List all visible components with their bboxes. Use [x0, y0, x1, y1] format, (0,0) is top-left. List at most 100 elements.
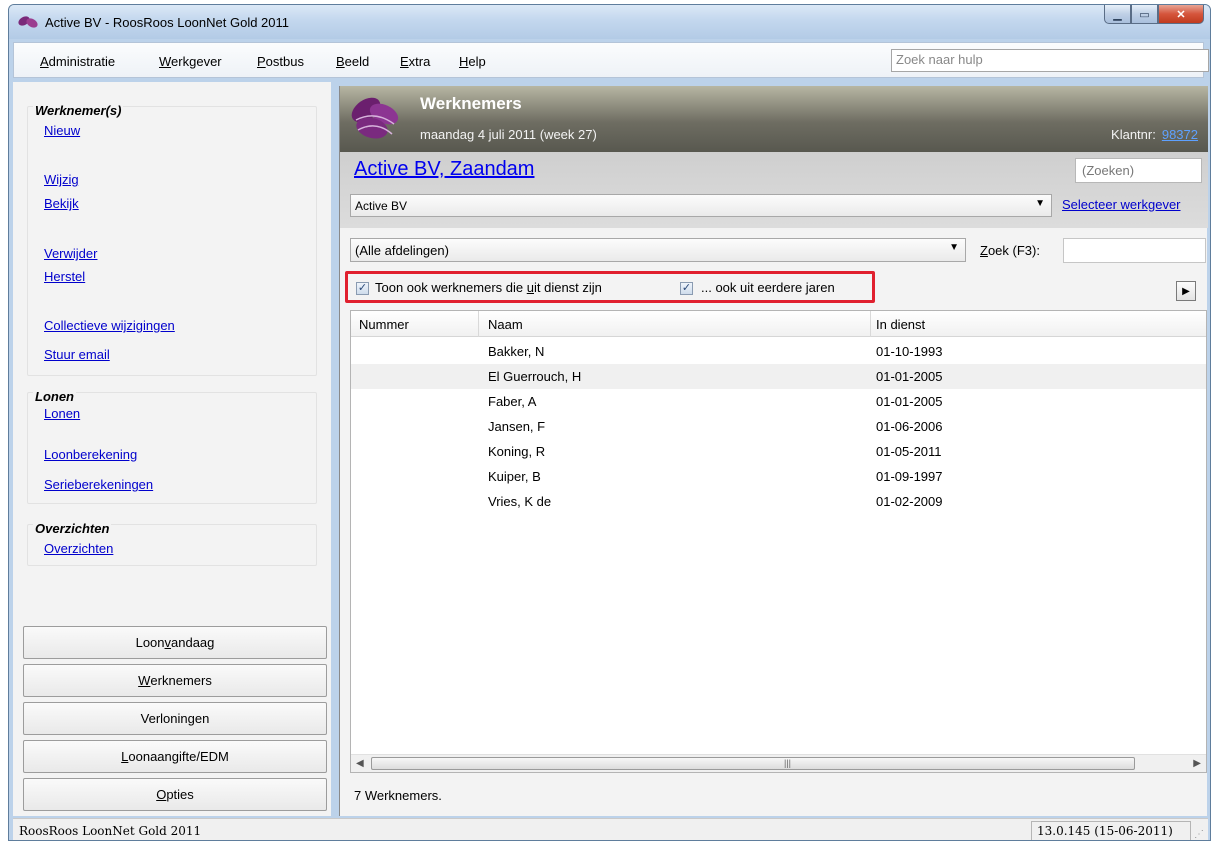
menu-accel: H — [459, 54, 469, 69]
menu-label: dministratie — [48, 54, 116, 69]
link-collectieve-wijzigingen[interactable]: Collectieve wijzigingen — [44, 318, 175, 333]
table-row[interactable]: Bakker, N 01-10-1993 — [351, 339, 1206, 364]
werknemers-button[interactable]: Werknemers — [23, 664, 327, 697]
window-controls: ▁ ▭ ✕ — [1104, 5, 1204, 25]
menu-administratie[interactable]: Administratie — [40, 54, 115, 69]
maximize-icon: ▭ — [1139, 8, 1150, 21]
employer-select[interactable]: Active BV ▼ — [350, 194, 1052, 217]
maximize-button[interactable]: ▭ — [1131, 5, 1158, 24]
column-divider[interactable] — [478, 311, 479, 337]
page-title: Werknemers — [420, 94, 522, 113]
link-bekijk[interactable]: Bekijk — [44, 196, 79, 211]
button-label: Loon — [135, 635, 165, 650]
button-label: andaag — [171, 635, 215, 650]
menu-werkgever[interactable]: Werkgever — [159, 54, 222, 69]
link-stuur-email[interactable]: Stuur email — [44, 347, 110, 362]
show-former-employees-label[interactable]: Toon ook werknemers die uit dienst zijn — [375, 280, 602, 295]
header-banner: Werknemers maandag 4 juli 2011 (week 27)… — [340, 86, 1208, 152]
zoek-input[interactable] — [1063, 238, 1206, 263]
employer-name-link[interactable]: Active BV, Zaandam — [354, 158, 534, 181]
column-header-nummer[interactable]: Nummer — [359, 317, 409, 332]
group-title: Lonen — [33, 389, 76, 404]
horizontal-scrollbar[interactable]: ◀ ||| ▶ — [351, 754, 1206, 772]
employer-search-input[interactable]: (Zoeken) — [1075, 158, 1202, 183]
menu-label: eeld — [344, 54, 370, 69]
table-header: Nummer Naam In dienst — [351, 311, 1206, 337]
button-label: pties — [166, 787, 194, 802]
link-serieberekeningen[interactable]: Serieberekeningen — [44, 477, 153, 492]
close-icon: ✕ — [1176, 8, 1186, 21]
check-icon: ✓ — [681, 282, 692, 294]
current-date: maandag 4 juli 2011 (week 27) — [420, 127, 597, 142]
menu-extra[interactable]: Extra — [400, 54, 430, 69]
title-bar[interactable]: Active BV - RoosRoos LoonNet Gold 2011 ▁… — [9, 5, 1210, 39]
link-overzichten[interactable]: Overzichten — [44, 541, 113, 556]
scroll-right-icon[interactable]: ▶ — [1193, 758, 1201, 769]
link-verwijder[interactable]: Verwijder — [44, 246, 97, 261]
table-row[interactable]: Kuiper, B 01-09-1997 — [351, 464, 1206, 489]
app-logo-icon — [18, 16, 38, 28]
loonaangifte-button[interactable]: Loonaangifte/EDM — [23, 740, 327, 773]
cell-in-dienst: 01-09-1997 — [876, 469, 943, 484]
table-row[interactable]: Vries, K de 01-02-2009 — [351, 489, 1206, 514]
resize-grip-icon[interactable]: ⋰ — [1194, 829, 1204, 840]
link-loonberekening[interactable]: Loonberekening — [44, 447, 137, 462]
department-select[interactable]: (Alle afdelingen) ▼ — [350, 238, 966, 262]
play-icon: ▶ — [1182, 285, 1190, 297]
cell-in-dienst: 01-06-2006 — [876, 419, 943, 434]
opties-button[interactable]: Opties — [23, 778, 327, 811]
menu-help[interactable]: Help — [459, 54, 486, 69]
chk-accel: u — [526, 280, 534, 295]
zoek-text: oek (F3): — [987, 243, 1040, 258]
column-divider[interactable] — [870, 311, 871, 337]
table-row[interactable]: Jansen, F 01-06-2006 — [351, 414, 1206, 439]
check-icon: ✓ — [357, 282, 368, 294]
table-row[interactable]: Koning, R 01-05-2011 — [351, 439, 1206, 464]
cell-in-dienst: 01-01-2005 — [876, 369, 943, 384]
klantnr-label: Klantnr: — [1111, 127, 1156, 142]
button-accel: W — [138, 673, 151, 688]
menu-beeld[interactable]: Beeld — [336, 54, 369, 69]
chk-text: Toon ook werknemers die — [375, 280, 527, 295]
window-title: Active BV - RoosRoos LoonNet Gold 2011 — [45, 15, 290, 30]
menu-label: xtra — [408, 54, 431, 69]
link-wijzig[interactable]: Wijzig — [44, 172, 79, 187]
minimize-icon: ▁ — [1113, 8, 1122, 21]
menu-postbus[interactable]: Postbus — [257, 54, 304, 69]
employer-bar: Active BV, Zaandam (Zoeken) Active BV ▼ … — [340, 152, 1208, 228]
menu-accel: A — [40, 54, 49, 69]
cell-in-dienst: 01-05-2011 — [876, 444, 942, 459]
main-panel: Werknemers maandag 4 juli 2011 (week 27)… — [339, 86, 1208, 816]
scroll-left-icon[interactable]: ◀ — [356, 758, 364, 769]
button-label: Verloningen — [140, 711, 210, 726]
menu-accel: B — [336, 54, 345, 69]
help-search-input[interactable]: Zoek naar hulp — [891, 49, 1209, 72]
close-button[interactable]: ✕ — [1158, 5, 1204, 24]
link-herstel[interactable]: Herstel — [44, 269, 85, 284]
grip-icon: ||| — [784, 758, 792, 768]
cell-naam: Vries, K de — [488, 494, 552, 509]
link-lonen[interactable]: Lonen — [44, 406, 80, 421]
table-row[interactable]: El Guerrouch, H 01-01-2005 — [351, 364, 1206, 389]
group-werknemers: Werknemer(s) — [27, 103, 317, 376]
earlier-years-checkbox[interactable]: ✓ — [680, 282, 693, 295]
verloningen-button[interactable]: Verloningen — [23, 702, 327, 735]
column-header-in-dienst[interactable]: In dienst — [876, 317, 925, 332]
cell-naam: Bakker, N — [488, 344, 545, 359]
column-header-naam[interactable]: Naam — [488, 317, 523, 332]
expand-button[interactable]: ▶ — [1176, 281, 1196, 301]
table-row[interactable]: Faber, A 01-01-2005 — [351, 389, 1206, 414]
klantnr: Klantnr: 98372 — [1111, 127, 1198, 142]
cell-in-dienst: 01-10-1993 — [876, 344, 943, 359]
earlier-years-label[interactable]: ... ook uit eerdere jaren — [701, 280, 835, 295]
show-former-employees-checkbox[interactable]: ✓ — [356, 282, 369, 295]
select-employer-link[interactable]: Selecteer werkgever — [1062, 197, 1181, 212]
minimize-button[interactable]: ▁ — [1104, 5, 1131, 24]
button-label: oonaangifte/EDM — [128, 749, 229, 764]
loon-vandaag-button[interactable]: Loon v andaag — [23, 626, 327, 659]
scrollbar-thumb[interactable]: ||| — [371, 757, 1135, 770]
employee-count: 7 Werknemers. — [354, 788, 442, 803]
status-bar: RoosRoos LoonNet Gold 2011 13.0.145 (15-… — [13, 818, 1208, 840]
link-nieuw[interactable]: Nieuw — [44, 123, 80, 138]
klantnr-link[interactable]: 98372 — [1162, 127, 1198, 142]
